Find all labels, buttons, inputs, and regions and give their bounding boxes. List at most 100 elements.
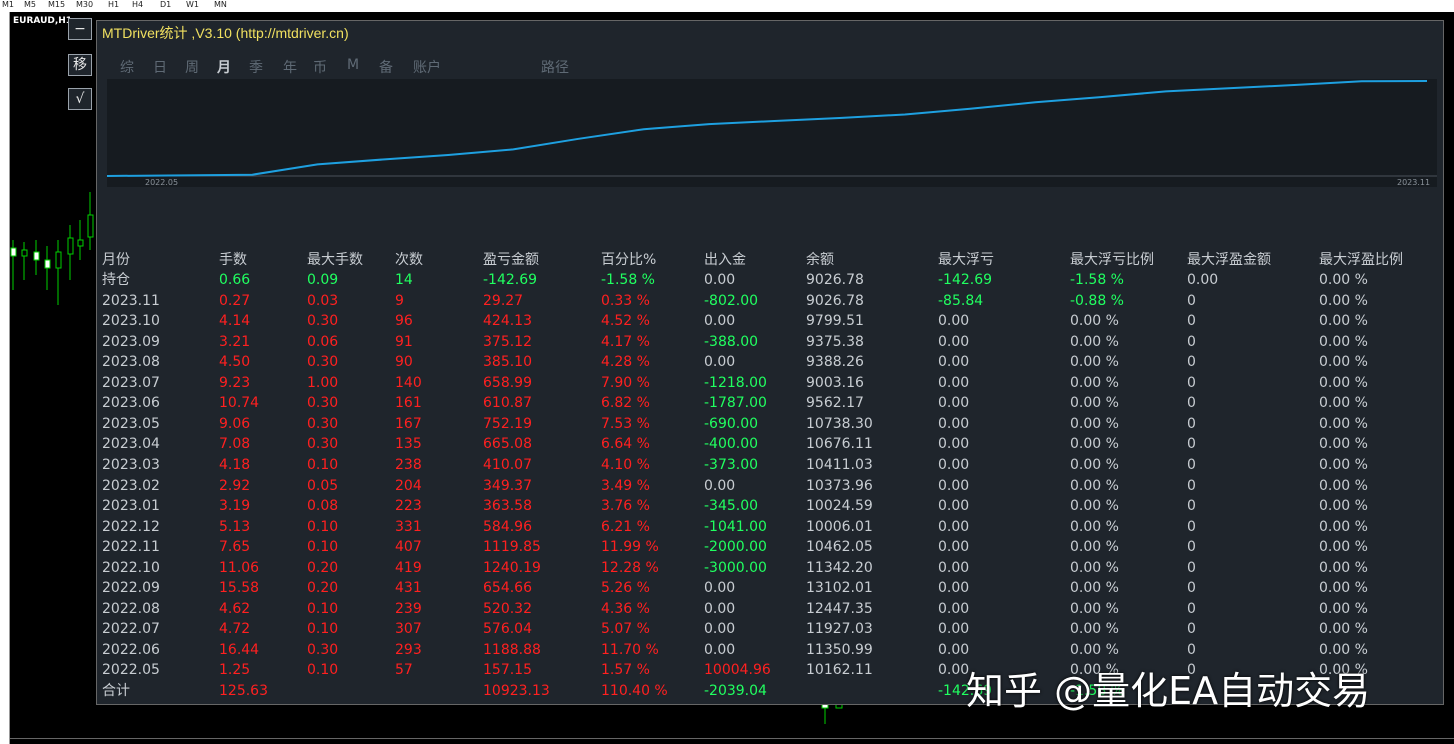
timeframe-h1[interactable]: H1: [108, 0, 119, 10]
table-cell: 0.00 %: [1319, 498, 1368, 515]
table-cell: 157.15: [483, 662, 532, 679]
table-cell: 9562.17: [806, 395, 864, 412]
table-cell: 0.10: [307, 456, 339, 473]
column-header[interactable]: 最大浮亏: [938, 249, 994, 269]
table-cell: 0.30: [307, 436, 339, 453]
table-cell: 576.04: [483, 621, 532, 638]
table-cell: 419: [395, 559, 422, 576]
table-cell: 合计: [102, 683, 130, 699]
table-cell: 6.82 %: [601, 395, 650, 412]
table-cell: 10411.03: [806, 456, 873, 473]
candlesticks: [10, 192, 94, 305]
table-cell: 0: [1187, 456, 1196, 473]
table-cell: 4.72: [219, 621, 251, 638]
check-button[interactable]: √: [68, 88, 92, 110]
table-cell: 0.00: [938, 436, 970, 453]
table-cell: 0.00 %: [1319, 641, 1368, 658]
table-cell: 1.00: [307, 374, 339, 391]
tab-8[interactable]: 备: [379, 57, 393, 77]
table-cell: 0.00: [938, 559, 970, 576]
table-row: 2023.06 10.74 0.30 161 610.87 6.82 % -1787.00 9…: [97, 393, 1443, 414]
table-row: 2022.12 5.13 0.10 331 584.96 6.21 % -1041.00 10…: [97, 517, 1443, 538]
table-cell: 4.18: [219, 456, 251, 473]
table-cell: 0.00 %: [1070, 641, 1119, 658]
column-header[interactable]: 百分比%: [601, 249, 656, 269]
tab-6[interactable]: 币: [313, 57, 327, 77]
timeframe-m15[interactable]: M15: [48, 0, 65, 10]
table-cell: 204: [395, 477, 422, 494]
table-cell: 0.00: [1187, 272, 1219, 288]
timeframe-d1[interactable]: D1: [160, 0, 171, 10]
tab-3[interactable]: 月: [217, 57, 231, 77]
tab-2[interactable]: 周: [185, 57, 199, 77]
table-cell: -0.88 %: [1070, 292, 1124, 309]
table-cell: -345.00: [704, 498, 759, 515]
table-cell: 11.06: [219, 559, 260, 576]
timeframe-m5[interactable]: M5: [24, 0, 36, 10]
tab-1[interactable]: 日: [153, 57, 167, 77]
column-header[interactable]: 最大浮盈比例: [1319, 249, 1403, 269]
table-cell: 9003.16: [806, 374, 864, 391]
column-header[interactable]: 最大浮亏比例: [1070, 249, 1154, 269]
column-header[interactable]: 余额: [806, 249, 834, 269]
table-cell: 3.21: [219, 333, 251, 350]
timeframe-w1[interactable]: W1: [186, 0, 199, 10]
table-cell: 持仓: [102, 272, 130, 288]
column-header[interactable]: 盈亏金额: [483, 249, 539, 269]
table-cell: 0.10: [307, 662, 339, 679]
table-cell: 307: [395, 621, 422, 638]
table-cell: 0.33 %: [601, 292, 650, 309]
table-cell: 7.65: [219, 539, 251, 556]
tab-0[interactable]: 综: [120, 57, 134, 77]
table-cell: 752.19: [483, 415, 532, 432]
minimize-button[interactable]: −: [68, 18, 92, 40]
table-row: 2023.01 3.19 0.08 223 363.58 3.76 % -345.00 100…: [97, 496, 1443, 517]
column-header[interactable]: 出入金: [704, 249, 746, 269]
table-cell: 0.00 %: [1319, 354, 1368, 371]
table-cell: 0.00 %: [1319, 395, 1368, 412]
table-cell: 2023.05: [102, 415, 160, 432]
table-cell: 0.00 %: [1319, 292, 1368, 309]
table-cell: 9388.26: [806, 354, 864, 371]
table-cell: 0.00 %: [1070, 313, 1119, 330]
tab-10[interactable]: 路径: [541, 57, 569, 77]
column-header[interactable]: 最大手数: [307, 249, 363, 269]
column-header[interactable]: 最大浮盈金额: [1187, 249, 1271, 269]
table-cell: 2023.10: [102, 313, 160, 330]
table-cell: 2023.01: [102, 498, 160, 515]
table-row: 2023.03 4.18 0.10 238 410.07 4.10 % -373.00 104…: [97, 455, 1443, 476]
chart-symbol-label: EURAUD,H1: [13, 16, 73, 26]
table-cell: 0: [1187, 600, 1196, 617]
table-cell: -1.58 %: [601, 272, 655, 288]
timeframe-m30[interactable]: M30: [76, 0, 93, 10]
tab-7[interactable]: M: [347, 57, 359, 73]
table-cell: 0.00 %: [1070, 539, 1119, 556]
table-row: 2023.07 9.23 1.00 140 658.99 7.90 % -1218.00 90…: [97, 373, 1443, 394]
tab-5[interactable]: 年: [283, 57, 297, 77]
tab-9[interactable]: 账户: [413, 57, 441, 77]
column-header[interactable]: 次数: [395, 249, 423, 269]
table-cell: 2023.03: [102, 456, 160, 473]
column-header[interactable]: 手数: [219, 249, 247, 269]
stats-panel: MTDriver统计 ,V3.10 (http://mtdriver.cn) 综…: [96, 20, 1444, 705]
tab-4[interactable]: 季: [249, 57, 263, 77]
column-header[interactable]: 月份: [102, 249, 130, 269]
table-cell: 0: [1187, 518, 1196, 535]
table-cell: -1.58 %: [1070, 272, 1124, 288]
table-cell: -3000.00: [704, 559, 767, 576]
table-row: 2023.10 4.14 0.30 96 424.13 4.52 % 0.00 9799.51…: [97, 311, 1443, 332]
table-cell: 3.76 %: [601, 498, 650, 515]
table-cell: 407: [395, 539, 422, 556]
move-button[interactable]: 移: [68, 54, 92, 76]
table-cell: 0.10: [307, 518, 339, 535]
table-cell: 0.00 %: [1319, 621, 1368, 638]
timeframe-mn[interactable]: MN: [214, 0, 227, 10]
table-cell: 110.40 %: [601, 683, 668, 699]
timeframe-m1[interactable]: M1: [2, 0, 14, 10]
table-cell: 12.28 %: [601, 559, 659, 576]
table-cell: 0.00: [938, 395, 970, 412]
timeframe-h4[interactable]: H4: [132, 0, 143, 10]
table-cell: 0: [1187, 559, 1196, 576]
table-cell: 0.00: [704, 600, 736, 617]
table-cell: 0.00 %: [1319, 272, 1368, 288]
